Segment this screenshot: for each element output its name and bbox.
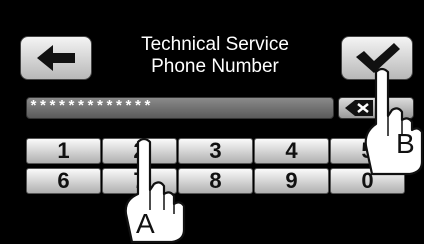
arrow-left-icon bbox=[37, 45, 75, 71]
password-value: ************* bbox=[29, 99, 153, 116]
password-field[interactable]: ************* bbox=[26, 97, 334, 119]
key-6[interactable]: 6 bbox=[26, 168, 101, 194]
back-button[interactable] bbox=[20, 36, 92, 80]
key-4[interactable]: 4 bbox=[254, 138, 329, 164]
page-title: Technical Service Phone Number bbox=[105, 34, 325, 78]
key-9[interactable]: 9 bbox=[254, 168, 329, 194]
key-1[interactable]: 1 bbox=[26, 138, 101, 164]
title-line-1: Technical Service bbox=[141, 34, 289, 55]
callout-a: A bbox=[136, 208, 155, 239]
title-line-2: Phone Number bbox=[151, 56, 279, 77]
callout-b: B bbox=[396, 128, 415, 159]
